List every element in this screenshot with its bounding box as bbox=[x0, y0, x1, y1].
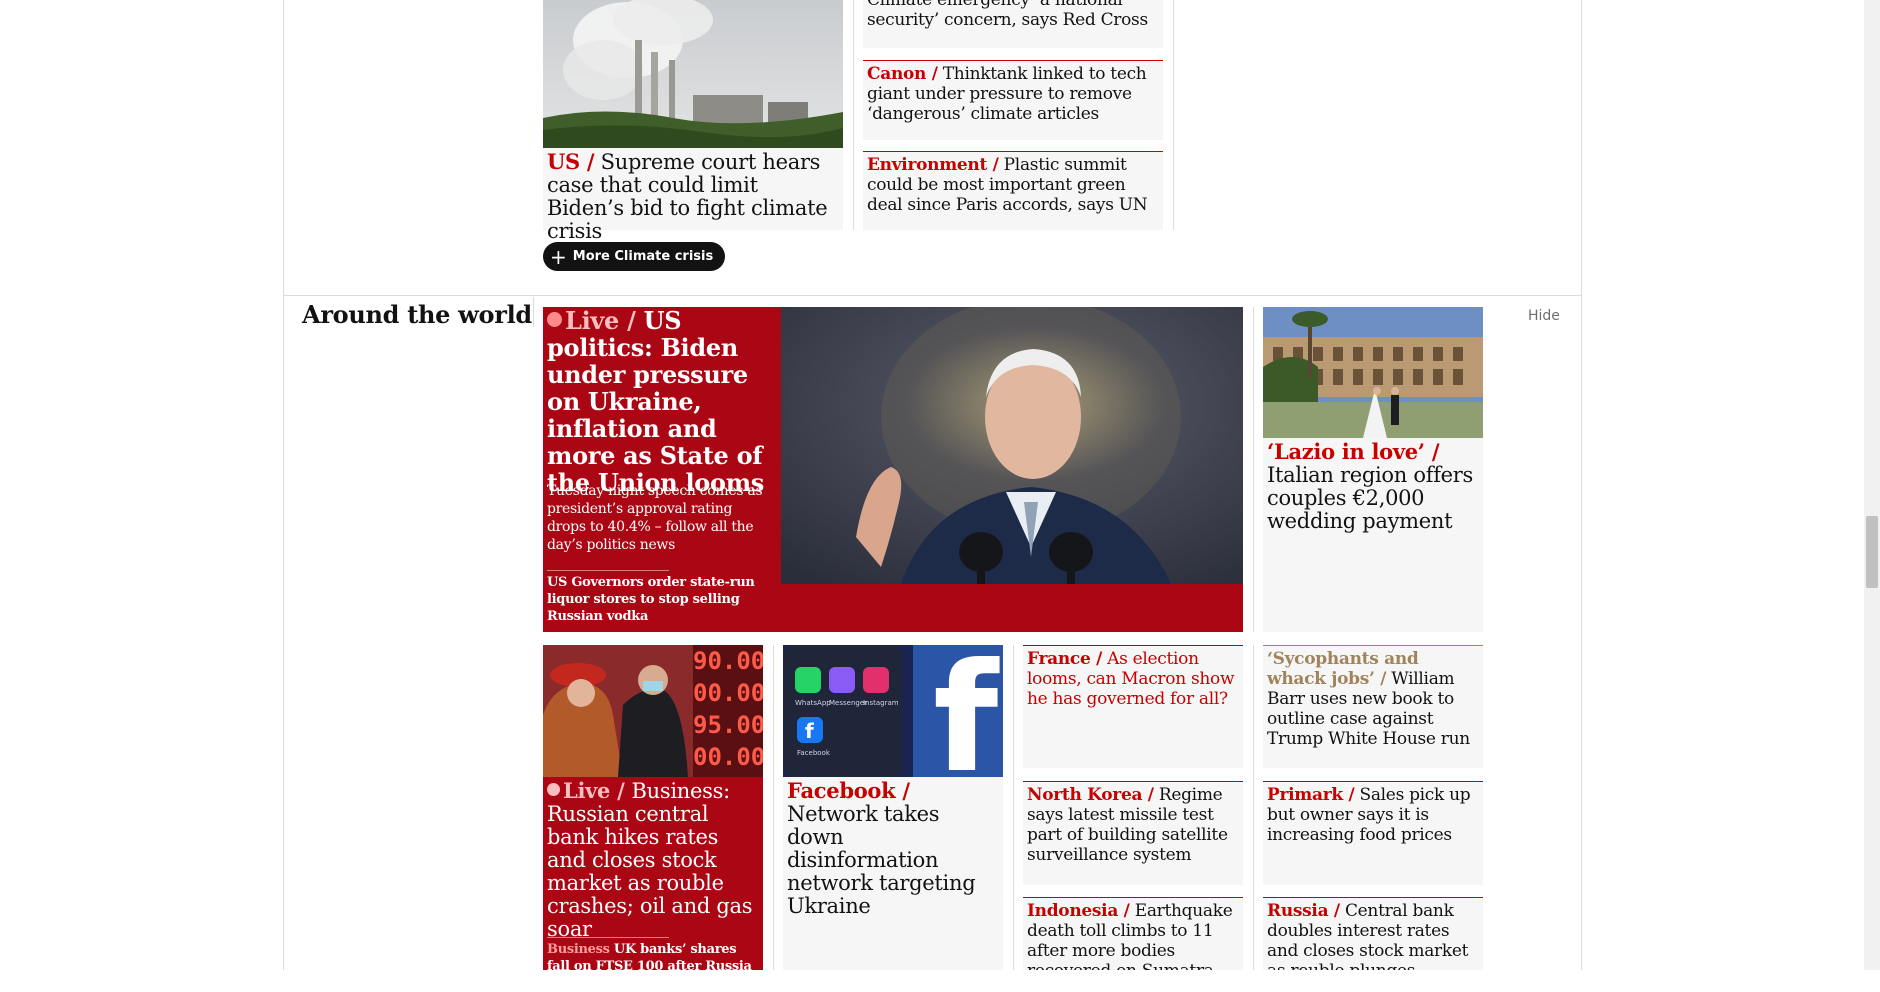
live-label: Live bbox=[565, 306, 620, 335]
more-climate-button[interactable]: + More Climate crisis bbox=[543, 242, 726, 271]
story-kicker: Indonesia / bbox=[1027, 901, 1130, 921]
hide-button[interactable]: Hide bbox=[1528, 308, 1560, 324]
story-card-lazio[interactable]: ‘Lazio in love’ / Italian region offers … bbox=[1263, 307, 1483, 632]
board-value: 95.00 bbox=[693, 711, 763, 739]
story-headline: Italian region offers couples €2,000 wed… bbox=[1267, 463, 1474, 533]
frame-left-line bbox=[283, 0, 284, 970]
app-label: Instagram bbox=[863, 699, 899, 707]
column-divider bbox=[853, 0, 854, 230]
story-headline: Russian central bank hikes rates and clo… bbox=[547, 802, 753, 941]
power-plant-image bbox=[543, 0, 843, 148]
story-card-france[interactable]: France / As election looms, can Macron s… bbox=[1023, 645, 1243, 768]
story-headline: Climate emergency ‘a national security’ … bbox=[867, 0, 1148, 30]
svg-text:f: f bbox=[805, 719, 814, 743]
story-sublink[interactable]: US Governors order state-run liquor stor… bbox=[547, 574, 777, 625]
story-standfirst: Tuesday night speech comes as president’… bbox=[547, 483, 763, 553]
frame-right-line bbox=[1581, 0, 1582, 970]
sublink-divider bbox=[547, 937, 669, 938]
scrollbar-thumb[interactable] bbox=[1866, 516, 1878, 588]
story-card-facebook[interactable]: f f WhatsApp Messenger Instagram Faceboo… bbox=[783, 645, 1003, 970]
column-divider bbox=[1173, 0, 1174, 230]
story-headline: Network takes down disinformation networ… bbox=[787, 802, 976, 918]
section-title: Around the world bbox=[302, 300, 532, 329]
app-label: Facebook bbox=[797, 749, 831, 757]
story-card-canon[interactable]: Canon / Thinktank linked to tech giant u… bbox=[863, 60, 1163, 140]
section-divider bbox=[283, 295, 1582, 296]
column-divider bbox=[1013, 645, 1014, 970]
story-card-us-climate[interactable]: US / Supreme court hears case that could… bbox=[543, 0, 843, 243]
live-dot-icon bbox=[547, 312, 562, 327]
story-kicker: US / bbox=[547, 149, 595, 174]
story-kicker: Russia / bbox=[1267, 901, 1340, 921]
live-dot-icon bbox=[547, 783, 560, 796]
story-kicker: Environment / bbox=[867, 155, 999, 175]
sublink-kicker: Business bbox=[547, 942, 610, 957]
story-card-us-politics[interactable]: Live / US politics: Biden under pressure… bbox=[543, 307, 1243, 632]
story-card-barr[interactable]: ‘Sycophants and whack jobs’ / William Ba… bbox=[1263, 645, 1483, 768]
story-kicker: Primark / bbox=[1267, 785, 1355, 805]
facebook-apps-image: f f WhatsApp Messenger Instagram Faceboo… bbox=[783, 645, 1003, 777]
moscow-exchange-image: 90.00 00.00 95.00 00.00 bbox=[543, 645, 763, 777]
story-kicker: Canon / bbox=[867, 64, 938, 84]
more-button-label: More Climate crisis bbox=[572, 249, 714, 264]
story-kicker: France / bbox=[1027, 649, 1102, 669]
sublink-divider bbox=[547, 570, 669, 571]
scrollbar-track[interactable] bbox=[1864, 0, 1880, 970]
board-value: 00.00 bbox=[693, 679, 763, 707]
story-kicker: North Korea / bbox=[1027, 785, 1154, 805]
column-divider bbox=[1253, 307, 1254, 632]
app-label: WhatsApp bbox=[795, 699, 831, 707]
story-kicker: ‘Lazio in love’ / bbox=[1267, 439, 1440, 464]
column-divider bbox=[773, 645, 774, 970]
story-card-russia[interactable]: Russia / Central bank doubles interest r… bbox=[1263, 897, 1483, 970]
biden-image bbox=[781, 307, 1243, 584]
live-label: Live bbox=[563, 778, 611, 803]
plus-icon: + bbox=[550, 244, 567, 269]
app-label: Messenger bbox=[829, 699, 867, 707]
board-value: 00.00 bbox=[693, 743, 763, 771]
story-kicker: Facebook / bbox=[787, 778, 910, 803]
column-divider bbox=[1253, 645, 1254, 970]
board-value: 90.00 bbox=[693, 647, 763, 675]
story-card-environment[interactable]: Environment / Plastic summit could be mo… bbox=[863, 151, 1163, 230]
story-card-indonesia[interactable]: Indonesia / Earthquake death toll climbs… bbox=[1023, 897, 1243, 970]
story-kicker: Business: bbox=[631, 779, 731, 803]
colosseum-image bbox=[1263, 307, 1483, 438]
story-card-primark[interactable]: Primark / Sales pick up but owner says i… bbox=[1263, 781, 1483, 885]
story-card-north-korea[interactable]: North Korea / Regime says latest missile… bbox=[1023, 781, 1243, 885]
story-card-red-cross[interactable]: Climate emergency ‘a national security’ … bbox=[863, 0, 1163, 48]
svg-text:f: f bbox=[933, 645, 1000, 777]
section-title-divider bbox=[533, 297, 534, 327]
story-headline: US politics: Biden under pressure on Ukr… bbox=[547, 306, 765, 497]
story-card-business-live[interactable]: 90.00 00.00 95.00 00.00 Live / Business:… bbox=[543, 645, 763, 991]
